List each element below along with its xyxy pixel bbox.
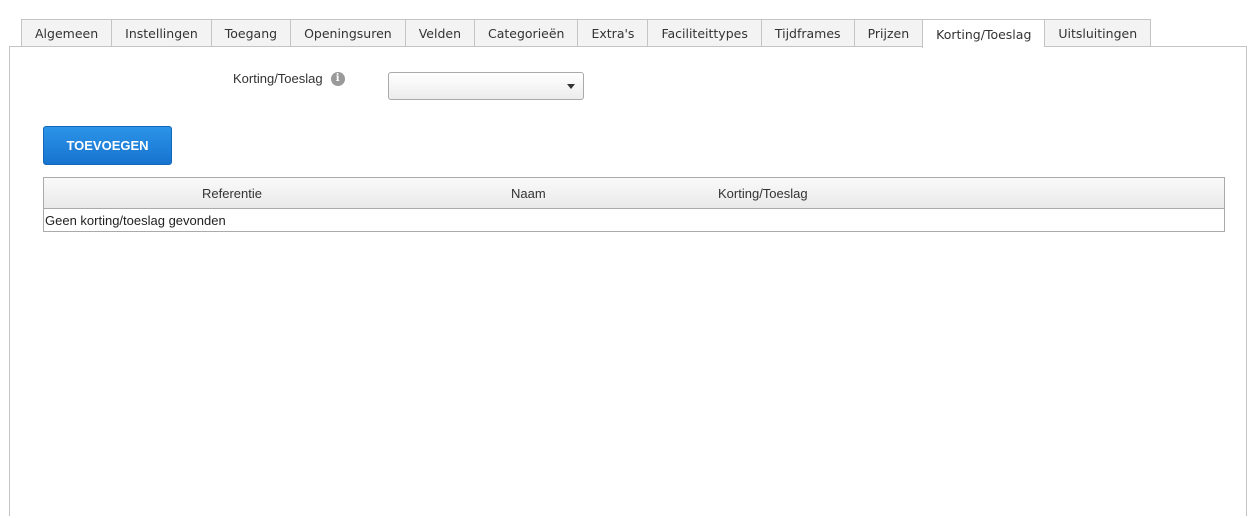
tab-algemeen[interactable]: Algemeen — [21, 19, 112, 47]
column-header-korting-toeslag[interactable]: Korting/Toeslag — [718, 186, 808, 201]
column-header-naam[interactable]: Naam — [511, 186, 546, 201]
info-icon[interactable]: i — [330, 71, 345, 86]
tab-instellingen[interactable]: Instellingen — [111, 19, 211, 47]
tab-uitsluitingen[interactable]: Uitsluitingen — [1044, 19, 1152, 47]
tab-toegang[interactable]: Toegang — [210, 19, 291, 47]
tab-faciliteittypes[interactable]: Faciliteittypes — [647, 19, 761, 47]
korting-select[interactable] — [388, 72, 584, 100]
tab-korting-toeslag[interactable]: Korting/Toeslag — [922, 19, 1045, 48]
korting-field-row: Korting/Toeslag i — [233, 71, 345, 86]
add-button[interactable]: TOEVOEGEN — [43, 126, 172, 165]
tab-bar: Algemeen Instellingen Toegang Openingsur… — [21, 19, 1152, 48]
empty-table-message: Geen korting/toeslag gevonden — [45, 213, 226, 228]
tab-openingsuren[interactable]: Openingsuren — [290, 19, 405, 47]
tab-prijzen[interactable]: Prijzen — [853, 19, 923, 47]
column-header-referentie[interactable]: Referentie — [202, 186, 262, 201]
tab-categorieen[interactable]: Categorieën — [474, 19, 578, 47]
korting-table: Referentie Naam Korting/Toeslag Geen kor… — [43, 177, 1225, 232]
tab-tijdframes[interactable]: Tijdframes — [760, 19, 854, 47]
korting-field-label: Korting/Toeslag — [233, 71, 323, 86]
table-header: Referentie Naam Korting/Toeslag — [44, 178, 1224, 209]
tab-extras[interactable]: Extra's — [577, 19, 648, 47]
tab-panel — [9, 46, 1247, 516]
tab-velden[interactable]: Velden — [404, 19, 474, 47]
chevron-down-icon — [567, 84, 575, 89]
